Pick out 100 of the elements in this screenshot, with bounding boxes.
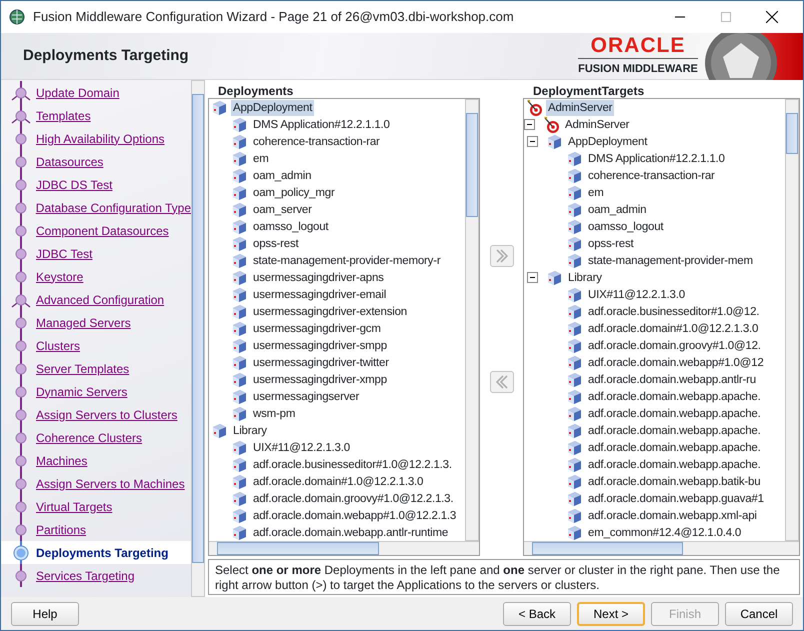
step-link[interactable]: Assign Servers to Clusters [36,406,178,424]
collapse-icon[interactable] [524,119,535,130]
scrollbar-thumb[interactable] [192,94,204,564]
step-link[interactable]: Virtual Targets [36,498,112,516]
tree-item[interactable]: oamsso_logout [251,218,330,234]
scrollbar[interactable] [785,99,799,541]
step-link[interactable]: Component Datasources [36,222,169,240]
window-title: Fusion Middleware Configuration Wizard - Page 21 of 26@vm03.dbi-workshop.com [33,8,515,26]
help-button[interactable]: Help [11,602,79,626]
step-link[interactable]: Machines [36,452,88,470]
step-link[interactable]: Coherence Clusters [36,428,142,446]
tree-item[interactable]: Library [566,270,604,286]
tree-item[interactable]: opss-rest [586,236,636,252]
step-link[interactable]: Assign Servers to Machines [36,474,185,492]
tree-item[interactable]: adf.oracle.domain.webapp.antlr-ru [586,372,758,388]
tree-item[interactable]: adf.oracle.domain.webapp.apache. [586,440,763,456]
step-link[interactable]: High Availability Options [36,130,165,148]
step-link[interactable]: Clusters [36,336,80,354]
step-link[interactable]: Dynamic Servers [36,382,128,400]
tree-item[interactable]: DMS Application#12.2.1.1.0 [251,116,392,132]
tree-item[interactable]: AppDeployment [231,100,314,116]
tree-item[interactable]: AdminServer [563,116,632,132]
tree-item[interactable]: state-management-provider-memory-r [251,252,442,268]
cube-icon [566,167,583,184]
tree-item[interactable]: DMS Application#12.2.1.1.0 [586,150,727,166]
tree-item[interactable]: adf.oracle.domain#1.0@12.2.1.3.0 [586,320,760,336]
scrollbar[interactable] [209,541,479,555]
tree-item[interactable]: adf.oracle.domain#1.0@12.2.1.3.0 [251,474,426,490]
tree-item[interactable]: coherence-transaction-rar [251,134,382,150]
tree-item[interactable]: state-management-provider-mem [586,252,755,268]
tree-item[interactable]: wsm-pm [251,406,298,422]
tree-item[interactable]: adf.oracle.domain.webapp.batik-bu [586,474,762,490]
wizard-button[interactable]: Cancel [725,602,793,626]
tree-item[interactable]: usermessagingdriver-twitter [251,354,391,370]
tree-item[interactable]: oamsso_logout [586,218,666,234]
cube-icon [231,116,248,133]
scrollbar-thumb[interactable] [466,113,478,216]
tree-item[interactable]: oam_admin [586,202,648,218]
tree-item[interactable]: adf.oracle.businesseditor#1.0@12.2.1.3. [251,456,454,472]
tree-item[interactable]: oam_admin [251,168,314,184]
step-link[interactable]: Keystore [36,268,84,286]
step-link[interactable]: Partitions [36,520,86,538]
scrollbar-thumb[interactable] [786,113,798,154]
tree-item[interactable]: coherence-transaction-rar [586,168,717,184]
tree-item[interactable]: adf.oracle.domain.webapp#1.0@12 [586,354,766,370]
scrollbar[interactable] [465,99,479,541]
tree-item[interactable]: usermessagingdriver-gcm [251,320,383,336]
tree-item[interactable]: adf.oracle.domain.groovy#1.0@12. [586,338,763,354]
step-link[interactable]: Server Templates [36,360,130,378]
tree-item[interactable]: AppDeployment [566,134,650,150]
collapse-icon[interactable] [527,136,538,147]
step-link[interactable]: Update Domain [36,84,120,102]
step-link[interactable]: Templates [36,106,91,124]
tree-item[interactable]: oam_policy_mgr [251,184,337,200]
tree-item[interactable]: adf.oracle.domain.webapp.apache. [586,456,763,472]
tree-item[interactable]: em [586,184,606,200]
cube-icon [566,252,583,269]
tree-item[interactable]: UIX#11@12.2.1.3.0 [586,286,687,302]
scrollbar-thumb[interactable] [217,542,379,555]
logo-text: ORACLE [590,34,686,56]
tree-item[interactable]: usermessagingdriver-apns [251,270,386,286]
cube-icon [231,473,248,490]
tree-item[interactable]: usermessagingdriver-smpp [251,338,389,354]
wizard-button[interactable]: < Back [503,602,571,626]
logo-subtitle: FUSION MIDDLEWARE [578,58,698,78]
step-link[interactable]: Managed Servers [36,314,131,332]
tree-item[interactable]: adf.oracle.domain.webapp#1.0@12.2.1.3 [251,508,458,524]
tree-item[interactable]: opss-rest [251,236,300,252]
cube-icon [566,201,583,218]
tree-item[interactable]: adf.oracle.businesseditor#1.0@12. [586,304,762,320]
collapse-icon[interactable] [527,272,538,283]
cube-icon [566,337,583,354]
step-link[interactable]: Services Targeting [36,566,134,584]
tree-item[interactable]: adf.oracle.domain.webapp.guava#1 [586,490,766,506]
tree-item[interactable]: Library [231,422,269,438]
tree-item[interactable]: usermessagingdriver-email [251,286,388,302]
step-link[interactable]: JDBC DS Test [36,176,112,194]
tree-item[interactable]: AdminServer [546,100,614,116]
scrollbar[interactable] [524,541,799,555]
tree-item[interactable]: adf.oracle.domain.webapp.apache. [586,406,763,422]
step-link[interactable]: Datasources [36,152,104,170]
wizard-button[interactable]: Next > [577,602,645,626]
tree-item[interactable]: usermessagingdriver-xmpp [251,372,389,388]
scrollbar[interactable] [191,80,205,597]
tree-item[interactable]: usermessagingdriver-extension [251,304,409,320]
tree-item[interactable]: em_common#12.4@12.1.0.4.0 [586,524,744,540]
tree-item[interactable]: oam_server [251,202,314,218]
tree-item[interactable]: adf.oracle.domain.webapp.xml-api [586,508,759,524]
tree-item[interactable]: usermessagingserver [251,388,362,404]
tree-item[interactable]: UIX#11@12.2.1.3.0 [251,440,352,456]
tree-item[interactable]: adf.oracle.domain.groovy#1.0@12.2.1.3. [251,490,456,506]
tree-item[interactable]: adf.oracle.domain.webapp.apache. [586,388,763,404]
tree-item[interactable]: em [251,150,271,166]
cube-icon [566,507,583,524]
step-link[interactable]: Database Configuration Type [36,198,191,216]
tree-item[interactable]: adf.oracle.domain.webapp.apache. [586,422,763,438]
step-link[interactable]: Advanced Configuration [36,290,164,308]
tree-item[interactable]: adf.oracle.domain.webapp.antlr-runtime [251,524,450,540]
step-link[interactable]: JDBC Test [36,244,92,262]
scrollbar-thumb[interactable] [532,542,684,555]
